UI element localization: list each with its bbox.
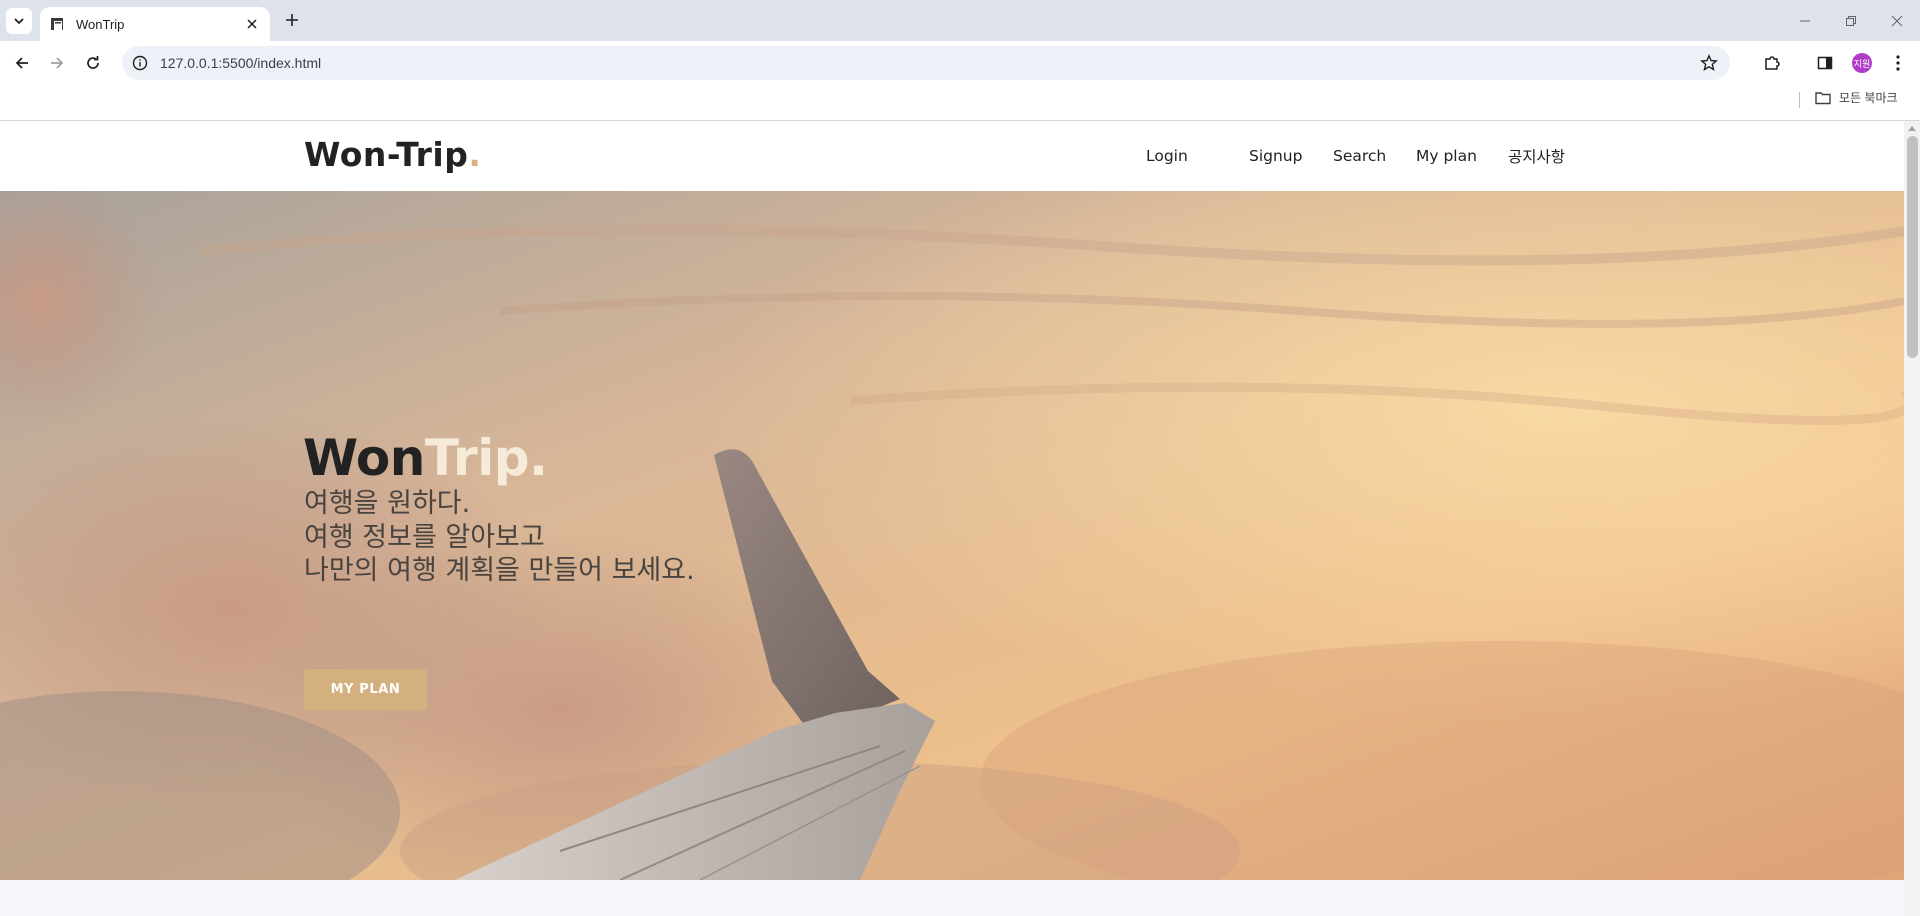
nav-signup[interactable]: Signup — [1249, 121, 1302, 191]
side-panel-button[interactable] — [1813, 51, 1837, 75]
site-header: Won-Trip. Login Signup Search My plan 공지… — [0, 121, 1904, 191]
hero-title-dark: Won — [303, 429, 425, 487]
page-viewport: Won-Trip. Login Signup Search My plan 공지… — [0, 121, 1904, 916]
url-text[interactable]: 127.0.0.1:5500/index.html — [160, 55, 1700, 71]
folder-icon — [1815, 91, 1831, 104]
reload-button[interactable] — [82, 52, 104, 74]
address-bar[interactable]: 127.0.0.1:5500/index.html — [122, 46, 1730, 80]
close-tab-icon[interactable] — [244, 16, 260, 32]
bookmarks-separator — [1799, 92, 1800, 108]
hero-background-image — [0, 191, 1904, 880]
reload-icon — [87, 56, 99, 69]
side-panel-icon — [1817, 56, 1833, 70]
all-bookmarks-button[interactable]: 모든 북마크 — [1815, 89, 1898, 106]
puzzle-icon — [1765, 56, 1780, 70]
hero-line: 여행 정보를 알아보고 — [304, 521, 545, 553]
back-button[interactable] — [11, 52, 33, 74]
window-controls — [1782, 0, 1920, 41]
nav-notice[interactable]: 공지사항 — [1508, 121, 1565, 191]
bookmarks-bar — [0, 84, 1920, 121]
hero-title-light: Trip. — [424, 429, 548, 487]
minimize-button[interactable] — [1782, 0, 1828, 41]
restore-button[interactable] — [1828, 0, 1874, 41]
close-icon — [1891, 15, 1903, 26]
hero-section: WonTrip. 여행을 원하다. 여행 정보를 알아보고 나만의 여행 계획을… — [0, 191, 1904, 880]
chevron-down-icon — [14, 18, 24, 25]
page-scrollbar[interactable] — [1904, 121, 1920, 916]
extensions-button[interactable] — [1760, 51, 1784, 75]
more-vertical-icon — [1896, 55, 1900, 71]
brand-name: Won-Trip — [304, 135, 469, 174]
arrow-left-icon — [15, 57, 28, 69]
tab-search-button[interactable] — [6, 8, 32, 34]
nav-search[interactable]: Search — [1333, 121, 1386, 191]
site-info-icon[interactable] — [132, 55, 148, 71]
nav-login[interactable]: Login — [1146, 121, 1188, 191]
page-favicon-icon — [51, 18, 63, 30]
hero-description: 여행을 원하다. 여행 정보를 알아보고 나만의 여행 계획을 만들어 보세요. — [304, 487, 695, 588]
site-logo[interactable]: Won-Trip. — [304, 135, 481, 174]
new-tab-button[interactable] — [282, 10, 302, 30]
hero-line: 여행을 원하다. — [304, 488, 471, 519]
chrome-menu-button[interactable] — [1886, 51, 1910, 75]
minimize-icon — [1800, 20, 1810, 21]
nav-my-plan[interactable]: My plan — [1416, 121, 1477, 191]
avatar: 지원 — [1852, 53, 1872, 73]
close-window-button[interactable] — [1874, 0, 1920, 41]
all-bookmarks-label: 모든 북마크 — [1839, 91, 1898, 105]
plus-icon — [286, 14, 298, 26]
restore-icon — [1846, 15, 1856, 26]
scroll-up-arrow-icon[interactable] — [1908, 125, 1916, 131]
hero-line: 나만의 여행 계획을 만들어 보세요. — [304, 555, 695, 586]
my-plan-button[interactable]: MY PLAN — [304, 669, 427, 710]
profile-button[interactable]: 지원 — [1850, 51, 1874, 75]
arrow-right-icon — [51, 57, 64, 69]
brand-dot: . — [468, 135, 482, 174]
browser-tab[interactable]: WonTrip — [40, 7, 270, 41]
scrollbar-thumb[interactable] — [1907, 136, 1918, 358]
forward-button[interactable] — [46, 52, 68, 74]
hero-title: WonTrip. — [303, 429, 548, 487]
tab-title: WonTrip — [76, 16, 125, 32]
bookmark-star-icon[interactable] — [1700, 54, 1718, 72]
